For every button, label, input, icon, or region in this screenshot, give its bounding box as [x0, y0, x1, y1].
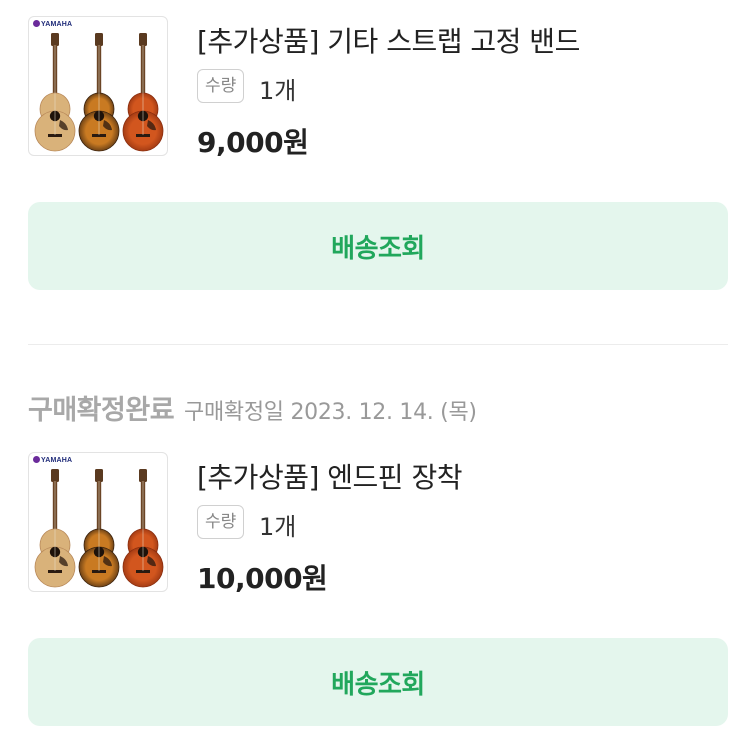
guitar-image	[34, 33, 164, 152]
confirm-date: 구매확정일 2023. 12. 14. (목)	[184, 400, 477, 425]
product-title[interactable]: [추가상품] 엔드핀 장착	[197, 456, 463, 496]
product-thumbnail[interactable]: YAMAHA	[28, 452, 168, 592]
guitar-icon	[78, 33, 120, 152]
guitar-icon	[78, 469, 120, 588]
guitar-icon	[122, 33, 164, 152]
order-item[interactable]: YAMAHA [추가상품] 엔드핀 장착 수량 1개 10,000원	[28, 452, 728, 595]
product-thumbnail[interactable]: YAMAHA	[28, 16, 168, 156]
product-title[interactable]: [추가상품] 기타 스트랩 고정 밴드	[197, 20, 580, 60]
guitar-icon	[34, 469, 76, 588]
track-delivery-button[interactable]: 배송조회	[28, 638, 728, 726]
brand-logo: YAMAHA	[33, 20, 72, 28]
order-status-row: 구매확정완료 구매확정일 2023. 12. 14. (목)	[28, 388, 477, 427]
guitar-icon	[34, 33, 76, 152]
section-divider	[28, 344, 728, 345]
guitar-image	[34, 469, 164, 588]
quantity-value: 1개	[259, 77, 297, 105]
product-price: 9,000원	[197, 126, 309, 159]
track-delivery-button[interactable]: 배송조회	[28, 202, 728, 290]
brand-logo: YAMAHA	[33, 456, 72, 464]
status-label: 구매확정완료	[28, 395, 175, 426]
product-price: 10,000원	[197, 562, 328, 595]
quantity-badge: 수량	[197, 69, 245, 103]
quantity-badge: 수량	[197, 505, 245, 539]
order-item[interactable]: YAMAHA [추가상품] 기타 스트랩 고정 밴드 수량 1개 9,000원	[28, 16, 728, 159]
guitar-icon	[122, 469, 164, 588]
quantity-value: 1개	[259, 513, 297, 541]
